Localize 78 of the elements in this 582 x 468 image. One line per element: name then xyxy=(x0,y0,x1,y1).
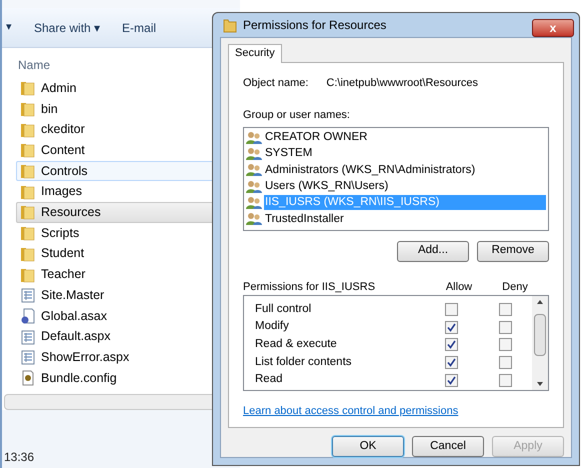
scroll-thumb[interactable] xyxy=(534,314,546,356)
folder-icon xyxy=(20,225,36,242)
checkbox[interactable] xyxy=(444,374,458,387)
checkbox[interactable] xyxy=(498,356,512,369)
down-arrow-icon xyxy=(537,382,543,386)
field-label: Permissions for IIS_IUSRS xyxy=(243,280,376,292)
file-item[interactable]: ShowError.aspx xyxy=(16,346,240,368)
folder-icon xyxy=(20,142,36,158)
object-name: C:\inetpub\wwwroot\Resources xyxy=(326,76,478,90)
checkbox[interactable] xyxy=(444,338,458,352)
column-header: Deny xyxy=(501,280,529,292)
folder-icon xyxy=(20,204,36,220)
file-item[interactable]: Admin xyxy=(16,78,240,99)
help-link[interactable]: Learn about access control and permissions xyxy=(243,402,458,419)
status-text: 13:36 xyxy=(4,449,34,466)
folder-icon xyxy=(20,246,36,262)
field-label: Object name: xyxy=(243,76,308,90)
window-title: Permissions for Resources xyxy=(243,16,386,34)
folder-icon xyxy=(20,101,36,118)
file-item[interactable]: ckeditor xyxy=(16,119,240,140)
file-item[interactable]: Site.Master xyxy=(16,284,240,306)
column-header: Allow xyxy=(444,280,474,292)
add-button[interactable]: Add... xyxy=(397,240,469,262)
checkbox[interactable] xyxy=(498,374,512,387)
cancel-button[interactable]: Cancel xyxy=(412,436,484,457)
folder-icon xyxy=(20,80,36,96)
file-item[interactable]: Images xyxy=(16,181,240,202)
user-item[interactable]: CREATOR OWNER xyxy=(264,130,546,146)
permission-name: Full control xyxy=(255,302,312,317)
remove-button[interactable]: Remove xyxy=(477,240,549,262)
file-item[interactable]: bin xyxy=(16,98,240,120)
close-button[interactable]: x xyxy=(532,19,574,37)
permission-name: Read xyxy=(255,372,284,388)
permission-name: Modify xyxy=(255,319,290,334)
users-icon xyxy=(246,130,262,145)
user-item[interactable]: TrustedInstaller xyxy=(264,212,546,227)
file-item[interactable]: Scripts xyxy=(16,222,240,244)
file-icon xyxy=(20,287,36,304)
file-item[interactable]: Default.aspx xyxy=(16,326,240,347)
file-item[interactable]: Teacher xyxy=(16,264,240,285)
folder-icon xyxy=(20,122,36,138)
field-label: Group or user names: xyxy=(243,108,351,123)
file-item[interactable]: Student xyxy=(16,244,240,264)
user-item[interactable]: SYSTEM xyxy=(264,146,546,162)
permission-name: List folder contents xyxy=(255,354,353,370)
file-icon xyxy=(20,308,36,324)
user-item[interactable]: Administrators (WKS_RN\Administrators) xyxy=(264,162,546,178)
checkbox[interactable] xyxy=(444,356,458,369)
caret-icon[interactable]: ▾ xyxy=(6,19,12,36)
checkbox[interactable] xyxy=(444,302,458,316)
users-icon xyxy=(246,212,262,226)
up-arrow-icon xyxy=(537,300,543,304)
file-icon xyxy=(20,328,36,345)
share-menu[interactable]: Share with ▾ xyxy=(34,18,100,36)
users-icon xyxy=(246,196,262,210)
folder-icon xyxy=(20,163,36,180)
users-icon xyxy=(246,163,262,178)
checkbox[interactable] xyxy=(498,338,512,352)
email-button[interactable]: E-mail xyxy=(122,18,156,36)
folder-icon xyxy=(20,266,36,283)
file-item[interactable]: Bundle.config xyxy=(16,368,240,388)
file-item[interactable]: Content xyxy=(16,140,240,161)
gear-file-icon xyxy=(20,370,36,386)
vertical-scrollbar[interactable] xyxy=(532,296,548,390)
users-icon xyxy=(246,146,262,161)
file-item[interactable]: Global.asax xyxy=(16,306,240,326)
folder-icon xyxy=(223,16,237,33)
checkbox[interactable] xyxy=(498,302,512,316)
ok-button[interactable]: OK xyxy=(332,436,404,457)
file-icon xyxy=(20,349,36,366)
users-icon xyxy=(246,180,262,194)
checkbox[interactable] xyxy=(444,320,458,334)
permission-name: Read & execute xyxy=(255,337,338,352)
folder-icon xyxy=(20,184,36,200)
user-item[interactable]: Users (WKS_RN\Users) xyxy=(264,179,546,194)
tab[interactable]: Security xyxy=(228,44,282,62)
user-list[interactable]: CREATOR OWNER SYSTEM Administrators (WKS_RN\Administrators) Users (WKS_RN\Users) IIS_IUSRS (WKS_RN\IIS_IUSRS) TrustedInstaller xyxy=(243,126,549,230)
checkbox[interactable] xyxy=(498,320,512,334)
